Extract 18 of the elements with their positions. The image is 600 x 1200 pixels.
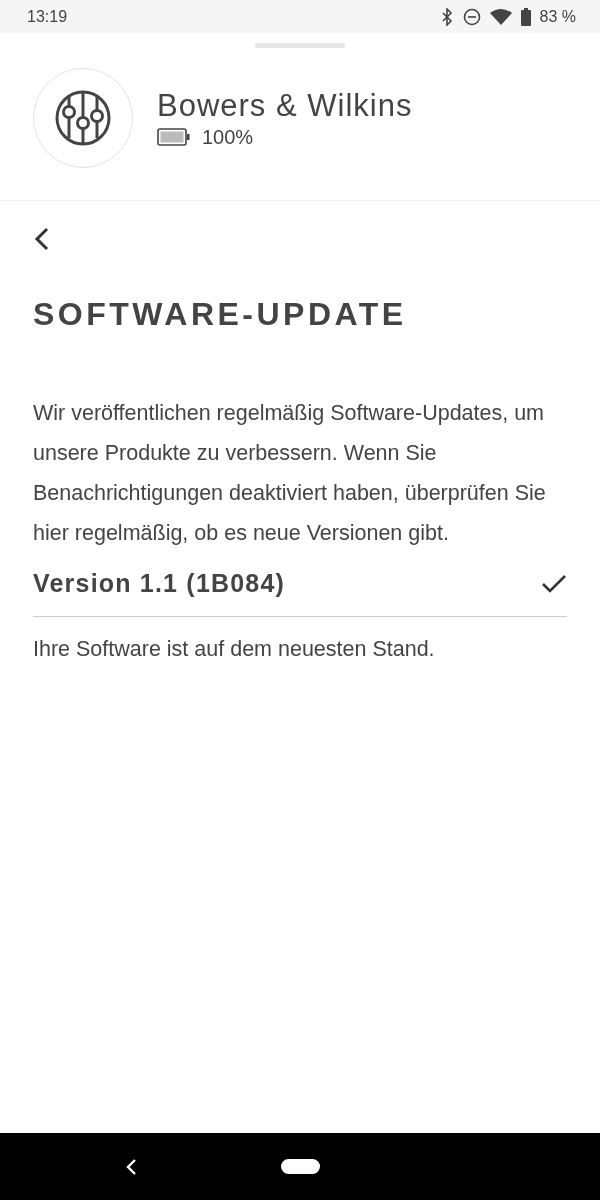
- device-name: Bowers & Wilkins: [157, 87, 413, 124]
- page-title: SOFTWARE-UPDATE: [33, 296, 408, 333]
- bluetooth-icon: [439, 7, 454, 26]
- wifi-icon: [489, 7, 512, 26]
- battery-icon: [520, 7, 531, 26]
- equalizer-icon: [55, 90, 111, 146]
- battery-icon: [157, 128, 190, 146]
- home-button[interactable]: [281, 1159, 320, 1174]
- status-text: Ihre Software ist auf dem neuesten Stand.: [33, 637, 436, 662]
- description-text: Wir veröffentlichen regelmäßig Software-Updates, um unsere Produkte zu verbessern. Wenn Sie Benachrichtigungen deaktiviert haben, überprüfen Sie hier regelmäßig, ob es neue Versionen gibt.: [33, 400, 547, 547]
- drag-handle[interactable]: [255, 43, 345, 48]
- back-button[interactable]: [33, 226, 51, 252]
- nav-back-button[interactable]: [125, 1158, 139, 1176]
- battery-percentage: 83 %: [539, 7, 576, 26]
- do-not-disturb-icon: [462, 7, 481, 26]
- battery-level: 100%: [202, 125, 254, 149]
- status-time: 13:19: [27, 7, 68, 26]
- version-label: Version 1.1 (1B084): [33, 569, 286, 598]
